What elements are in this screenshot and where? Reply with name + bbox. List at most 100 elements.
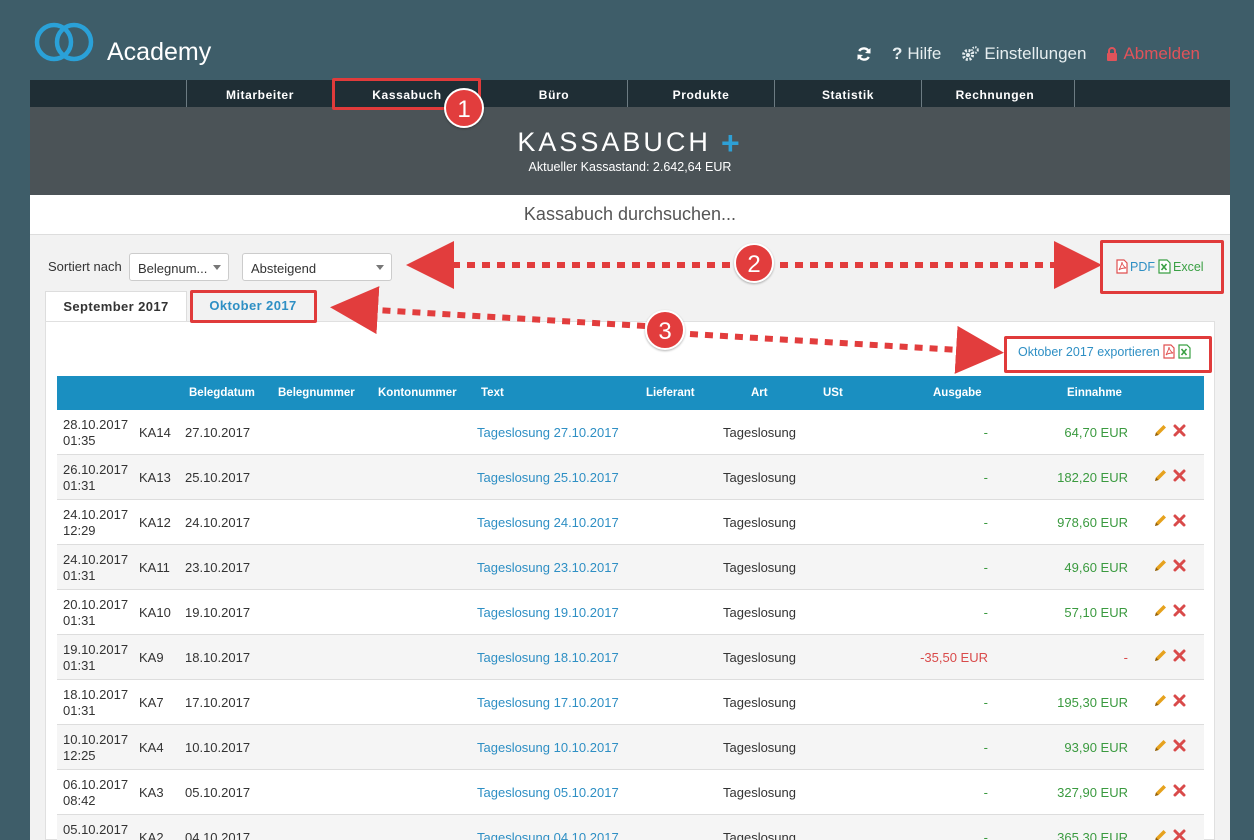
col-text[interactable]: Text [481,387,504,399]
entry-number: KA11 [139,560,170,575]
delete-icon[interactable] [1172,693,1187,708]
entry-text-link[interactable]: Tageslosung 04.10.2017 [477,830,619,840]
created-date: 24.10.2017 [63,507,129,522]
delete-icon[interactable] [1172,648,1187,663]
logout-link[interactable]: Abmelden [1106,44,1200,64]
settings-link[interactable]: Einstellungen [961,44,1086,64]
pencil-icon[interactable] [1153,468,1168,483]
entry-number: KA12 [139,515,171,530]
delete-icon[interactable] [1172,558,1187,573]
pencil-icon[interactable] [1153,828,1168,840]
created-date: 20.10.2017 [63,597,129,612]
entry-type: Tageslosung [723,425,796,440]
nav-item-produkte[interactable]: Produkte [627,80,774,107]
created-date: 05.10.2017 [63,822,129,837]
app-title: Academy [107,38,212,66]
sort-order-value: Absteigend [251,261,317,276]
entry-type: Tageslosung [723,605,796,620]
entry-text-link[interactable]: Tageslosung 05.10.2017 [477,785,619,800]
col-kontonummer[interactable]: Kontonummer [378,387,457,399]
entry-income: - [1123,650,1128,665]
entry-expense: - [983,425,988,440]
entry-number: KA3 [139,785,164,800]
entry-number: KA10 [139,605,171,620]
row-actions [1153,693,1187,708]
pencil-icon[interactable] [1153,423,1168,438]
sort-label: Sortiert nach [48,259,122,274]
nav-item-mitarbeiter[interactable]: Mitarbeiter [186,80,333,107]
pencil-icon[interactable] [1153,513,1168,528]
delete-icon[interactable] [1172,783,1187,798]
entry-text-link[interactable]: Tageslosung 18.10.2017 [477,650,619,665]
created-timestamp: 24.10.2017 01:31 [63,552,128,584]
chevron-down-icon [213,265,221,270]
pencil-icon[interactable] [1153,693,1168,708]
sort-field-select[interactable]: Belegnum... [129,253,229,281]
delete-icon[interactable] [1172,468,1187,483]
created-date: 24.10.2017 [63,552,129,567]
entry-number: KA7 [139,695,164,710]
col-art[interactable]: Art [751,387,768,399]
sort-field-value: Belegnum... [138,261,208,276]
entry-income: 978,60 EUR [1057,515,1128,530]
created-date: 10.10.2017 [63,732,129,747]
delete-icon[interactable] [1172,738,1187,753]
search-bar [30,195,1230,235]
created-timestamp: 06.10.2017 08:42 [63,777,128,809]
col-belegnummer[interactable]: Belegnummer [278,387,355,399]
col-ausgabe[interactable]: Ausgabe [933,387,982,399]
refresh-button[interactable] [856,46,872,62]
created-timestamp: 19.10.2017 01:31 [63,642,128,674]
entry-expense: -35,50 EUR [920,650,988,665]
entry-date: 04.10.2017 [185,830,251,840]
help-label: Hilfe [907,44,942,63]
table-row: 19.10.2017 01:31 KA9 18.10.2017 Tageslosung … [57,635,1204,680]
created-timestamp: 20.10.2017 01:31 [63,597,128,629]
entry-expense: - [983,830,988,840]
row-actions [1153,513,1187,528]
entry-text-link[interactable]: Tageslosung 19.10.2017 [477,605,619,620]
entry-text-link[interactable]: Tageslosung 27.10.2017 [477,425,619,440]
col-einnahme[interactable]: Einnahme [1067,387,1122,399]
entry-type: Tageslosung [723,695,796,710]
pencil-icon[interactable] [1153,558,1168,573]
entry-number: KA9 [139,650,164,665]
created-date: 06.10.2017 [63,777,129,792]
tab-september-2017[interactable]: September 2017 [45,291,187,321]
delete-icon[interactable] [1172,423,1187,438]
col-ust[interactable]: USt [823,387,843,399]
entry-income: 365,30 EUR [1057,830,1128,840]
pencil-icon[interactable] [1153,648,1168,663]
add-entry-plus-icon[interactable]: + [721,127,743,159]
row-actions [1153,828,1187,840]
entry-text-link[interactable]: Tageslosung 25.10.2017 [477,470,619,485]
entry-expense: - [983,740,988,755]
nav-item-buero[interactable]: Büro [480,80,627,107]
entry-date: 17.10.2017 [185,695,251,710]
entry-text-link[interactable]: Tageslosung 10.10.2017 [477,740,619,755]
chevron-down-icon [376,265,384,270]
created-date: 18.10.2017 [63,687,129,702]
col-lieferant[interactable]: Lieferant [646,387,695,399]
delete-icon[interactable] [1172,513,1187,528]
entry-income: 93,90 EUR [1064,740,1128,755]
delete-icon[interactable] [1172,828,1187,840]
sort-order-select[interactable]: Absteigend [242,253,392,281]
entry-type: Tageslosung [723,740,796,755]
search-input[interactable] [30,195,1230,234]
pencil-icon[interactable] [1153,603,1168,618]
nav-item-rechnungen[interactable]: Rechnungen [921,80,1068,107]
entry-text-link[interactable]: Tageslosung 23.10.2017 [477,560,619,575]
top-actions: ? Hilfe Einstellungen Abmelden [856,44,1200,64]
entry-text-link[interactable]: Tageslosung 17.10.2017 [477,695,619,710]
academy-logo-icon[interactable] [34,18,96,66]
entry-date: 19.10.2017 [185,605,251,620]
pencil-icon[interactable] [1153,783,1168,798]
col-belegdatum[interactable]: Belegdatum [189,387,255,399]
table-body: 28.10.2017 01:35 KA14 27.10.2017 Tageslosung… [57,410,1204,840]
pencil-icon[interactable] [1153,738,1168,753]
delete-icon[interactable] [1172,603,1187,618]
nav-item-statistik[interactable]: Statistik [774,80,921,107]
help-link[interactable]: ? Hilfe [892,44,941,64]
entry-text-link[interactable]: Tageslosung 24.10.2017 [477,515,619,530]
